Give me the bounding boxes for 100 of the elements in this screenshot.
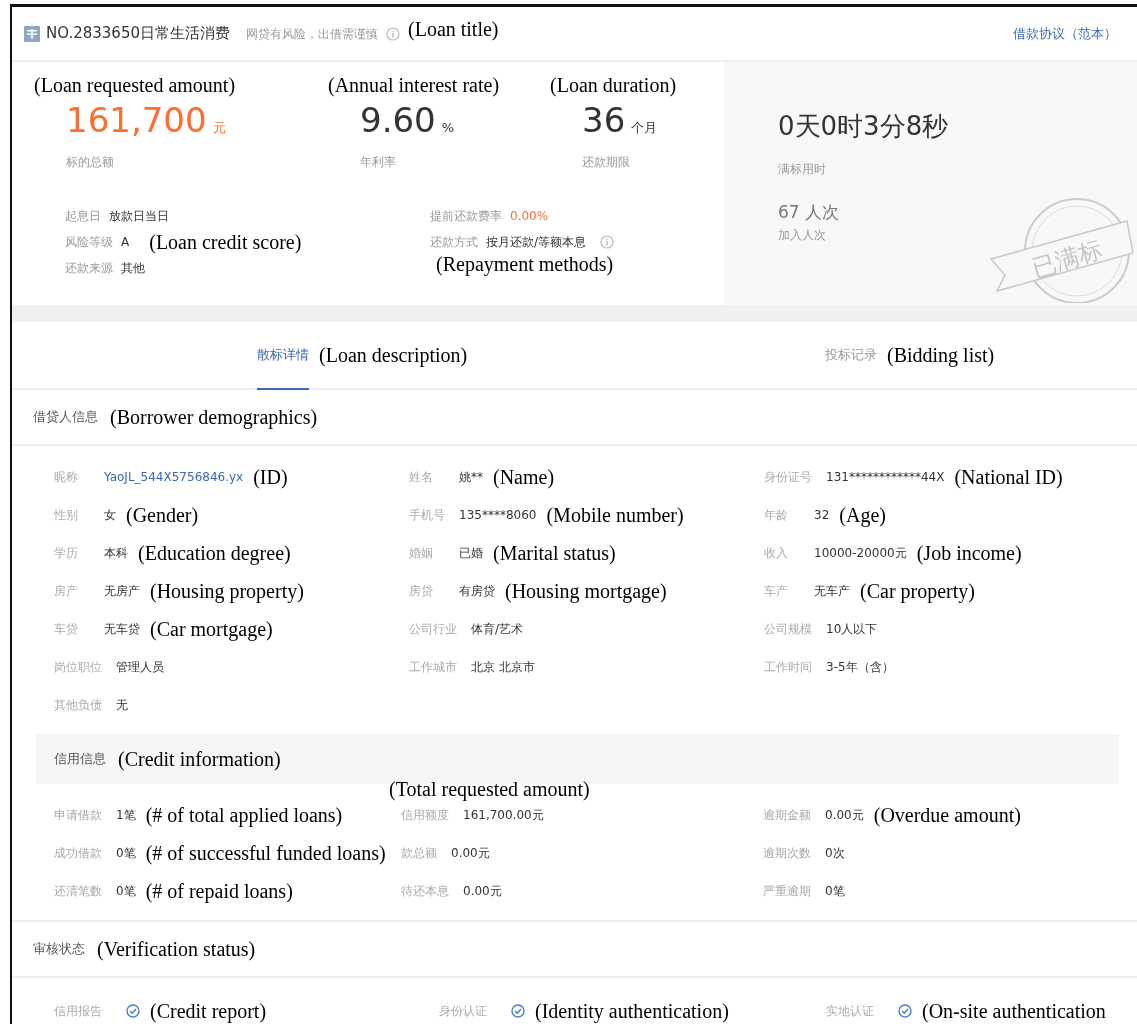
field-label: 其他负债 (54, 697, 102, 714)
stat-label: 年利率 (359, 153, 397, 171)
field-label: 公司规模 (764, 621, 812, 638)
annotation: (Bidding list) (887, 343, 995, 369)
field-label: 信用报告 (54, 1003, 102, 1020)
field-value: 无车贷 (104, 621, 140, 638)
field-label: 款总额 (401, 845, 437, 862)
annotation: (Job income) (916, 541, 1022, 567)
annotation: (Credit information) (118, 747, 281, 773)
loan-title: NO.2833650日常生活消费 (46, 23, 230, 45)
field-label: 逾期金额 (763, 807, 811, 824)
unit-label: 元 (212, 120, 226, 135)
field-label: 性别 (54, 507, 79, 524)
section-title: 信用信息 (54, 750, 106, 769)
annotation: (Loan requested amount) (34, 73, 237, 99)
field-label: 收入 (764, 545, 789, 562)
field-value: 135****8060 (459, 507, 537, 524)
detail-value: 按月还款/等额本息 (486, 233, 587, 251)
detail-label: 还款来源 (65, 259, 113, 277)
field-label: 公司行业 (409, 621, 457, 638)
annotation: (Loan title) (408, 16, 499, 43)
annotation: (National ID) (954, 465, 1063, 491)
field-value: 本科 (104, 545, 128, 562)
field-value: 0笔 (116, 845, 136, 862)
field-label: 逾期次数 (763, 845, 811, 862)
field-value: 有房贷 (459, 583, 495, 600)
annotation: (Loan description) (319, 343, 468, 369)
annotation: (Repayment methods) (436, 252, 614, 275)
annotation: (Loan duration) (550, 73, 678, 99)
field-label: 昵称 (54, 469, 79, 486)
field-label: 待还本息 (401, 883, 449, 900)
annotation: (# of total applied loans) (145, 803, 343, 829)
annotation: (Verification status) (97, 937, 256, 963)
field-label: 申请借款 (54, 807, 102, 824)
field-value: 131************44X (826, 469, 945, 486)
tab[interactable]: 散标详情 (257, 322, 309, 390)
field-value: 1笔 (116, 807, 136, 824)
field-label: 房产 (54, 583, 79, 600)
annotation: (Car property) (860, 579, 975, 605)
field-label: 信用额度 (401, 807, 449, 824)
field-value: 0.00元 (825, 807, 864, 824)
annotation: (Identity authentication) (535, 999, 729, 1025)
detail-label: 风险等级 (65, 233, 113, 251)
annotation: (Education degree) (138, 541, 291, 567)
annotation: (Overdue amount) (873, 803, 1021, 829)
field-value: 无房产 (104, 583, 140, 600)
field-value: 0.00元 (463, 883, 502, 900)
field-label: 房贷 (409, 583, 434, 600)
annotation: (Car mortgage) (150, 617, 273, 643)
field-label: 工作城市 (409, 659, 457, 676)
annotation: (Housing mortgage) (505, 579, 667, 605)
document-icon (24, 25, 40, 42)
annotation: (Credit report) (150, 999, 267, 1025)
field-value: 北京 北京市 (471, 659, 535, 676)
unit-label: 个月 (631, 120, 658, 135)
annotation: (Name) (493, 465, 555, 491)
nickname-link[interactable]: YaoJL_544X5756846.yx (104, 468, 244, 486)
detail-value: 放款日当日 (109, 207, 169, 225)
fill-duration: 0天0时3分8秒 (778, 110, 950, 143)
duration-label: 满标用时 (778, 161, 827, 178)
annotation: (Total requested amount) (389, 777, 590, 803)
field-value: 32 (814, 507, 830, 524)
detail-value: A (121, 233, 130, 251)
stat-value: 9.60 (360, 100, 436, 140)
stat-label: 标的总额 (65, 153, 115, 171)
annotation: (ID) (253, 465, 288, 490)
annotation: (Loan credit score) (149, 229, 302, 256)
detail-label: 起息日 (65, 207, 101, 225)
field-label: 车贷 (54, 621, 79, 638)
detail-value: 0.00% (510, 207, 549, 225)
field-value: 管理人员 (116, 659, 164, 676)
tab[interactable]: 投标记录 (825, 322, 877, 390)
field-label: 严重逾期 (763, 883, 811, 900)
annotation: (Borrower demographics) (110, 405, 318, 431)
field-value: 无车产 (814, 583, 850, 600)
field-label: 成功借款 (54, 845, 102, 862)
investor-count: 67 人次 (778, 201, 841, 224)
field-label: 身份认证 (439, 1003, 487, 1020)
field-label: 还清笔数 (54, 883, 102, 900)
field-value: 已婚 (459, 545, 483, 562)
agreement-link[interactable]: 借款协议（范本） (1013, 23, 1117, 44)
field-label: 车产 (764, 583, 789, 600)
field-value: 0笔 (825, 883, 845, 900)
unit-label: % (441, 120, 455, 135)
field-value: 体育/艺术 (471, 621, 524, 638)
annotation: (Housing property) (150, 579, 304, 605)
field-value: 10人以下 (826, 621, 878, 638)
field-label: 岗位职位 (54, 659, 102, 676)
field-value: 0次 (825, 845, 845, 862)
detail-label: 提前还款费率 (430, 207, 502, 225)
risk-note: 网贷有风险，出借需谨慎 (246, 25, 378, 43)
field-value: 3-5年（含） (826, 659, 894, 676)
stat-value: 161,700 (66, 100, 207, 140)
annotation: (Annual interest rate) (328, 73, 501, 99)
count-label: 加入人次 (778, 226, 827, 244)
section-title: 借贷人信息 (33, 408, 98, 427)
annotation: (On-site authentication (922, 999, 1106, 1025)
field-label: 姓名 (409, 469, 434, 486)
detail-label: 还款方式 (430, 233, 478, 251)
field-label: 工作时间 (764, 659, 812, 676)
